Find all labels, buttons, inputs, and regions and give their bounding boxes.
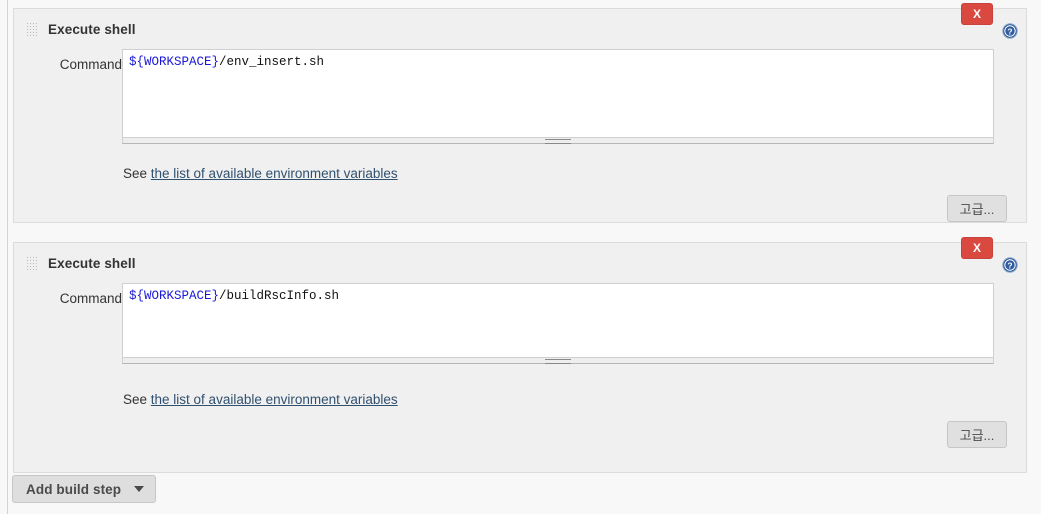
textarea-resize-bar-1[interactable]	[122, 138, 994, 144]
env-vars-hint-2: See the list of available environment va…	[123, 392, 398, 407]
build-step-header-1: Execute shell	[14, 9, 136, 49]
help-icon[interactable]: ?	[1002, 257, 1018, 273]
resize-grip-icon	[545, 139, 571, 144]
command-editor-wrap-1: ${WORKSPACE}/env_insert.sh	[122, 49, 994, 144]
command-input-1[interactable]: ${WORKSPACE}/env_insert.sh	[122, 49, 994, 138]
delete-build-step-button-1[interactable]: X	[961, 3, 993, 25]
environment-variables-link[interactable]: the list of available environment variab…	[151, 166, 398, 181]
add-build-step-label: Add build step	[26, 481, 122, 497]
build-step-title: Execute shell	[48, 255, 136, 271]
command-path-token: /env_insert.sh	[219, 55, 325, 69]
command-path-token: /buildRscInfo.sh	[219, 289, 340, 303]
command-variable-token: ${WORKSPACE}	[129, 55, 220, 69]
svg-text:?: ?	[1007, 261, 1012, 271]
build-steps-page: Execute shell Command ${WORKSPACE}/env_i…	[0, 0, 1041, 514]
environment-variables-link[interactable]: the list of available environment variab…	[151, 392, 398, 407]
build-step-panel-1: Execute shell Command ${WORKSPACE}/env_i…	[13, 8, 1027, 223]
textarea-resize-bar-2[interactable]	[122, 358, 994, 364]
chevron-down-icon	[134, 486, 145, 492]
command-label-1: Command	[59, 57, 122, 72]
build-step-header-2: Execute shell	[14, 243, 136, 283]
command-editor-wrap-2: ${WORKSPACE}/buildRscInfo.sh	[122, 283, 994, 364]
svg-text:?: ?	[1007, 27, 1012, 37]
see-prefix-text: See	[123, 392, 151, 407]
command-variable-token: ${WORKSPACE}	[129, 289, 220, 303]
build-steps-left-rail	[7, 0, 8, 514]
env-vars-hint-1: See the list of available environment va…	[123, 166, 398, 181]
build-step-panel-2: Execute shell Command ${WORKSPACE}/build…	[13, 242, 1027, 473]
advanced-button-2[interactable]: 고급...	[947, 421, 1007, 448]
see-prefix-text: See	[123, 166, 151, 181]
command-label-2: Command	[59, 291, 122, 306]
command-input-2[interactable]: ${WORKSPACE}/buildRscInfo.sh	[122, 283, 994, 358]
add-build-step-button[interactable]: Add build step	[12, 475, 157, 503]
drag-grip-icon[interactable]	[26, 255, 37, 271]
drag-grip-icon[interactable]	[26, 21, 37, 37]
help-icon[interactable]: ?	[1002, 23, 1018, 39]
advanced-button-1[interactable]: 고급...	[947, 195, 1007, 222]
resize-grip-icon	[545, 359, 571, 364]
build-step-title: Execute shell	[48, 21, 136, 37]
delete-build-step-button-2[interactable]: X	[961, 237, 993, 259]
